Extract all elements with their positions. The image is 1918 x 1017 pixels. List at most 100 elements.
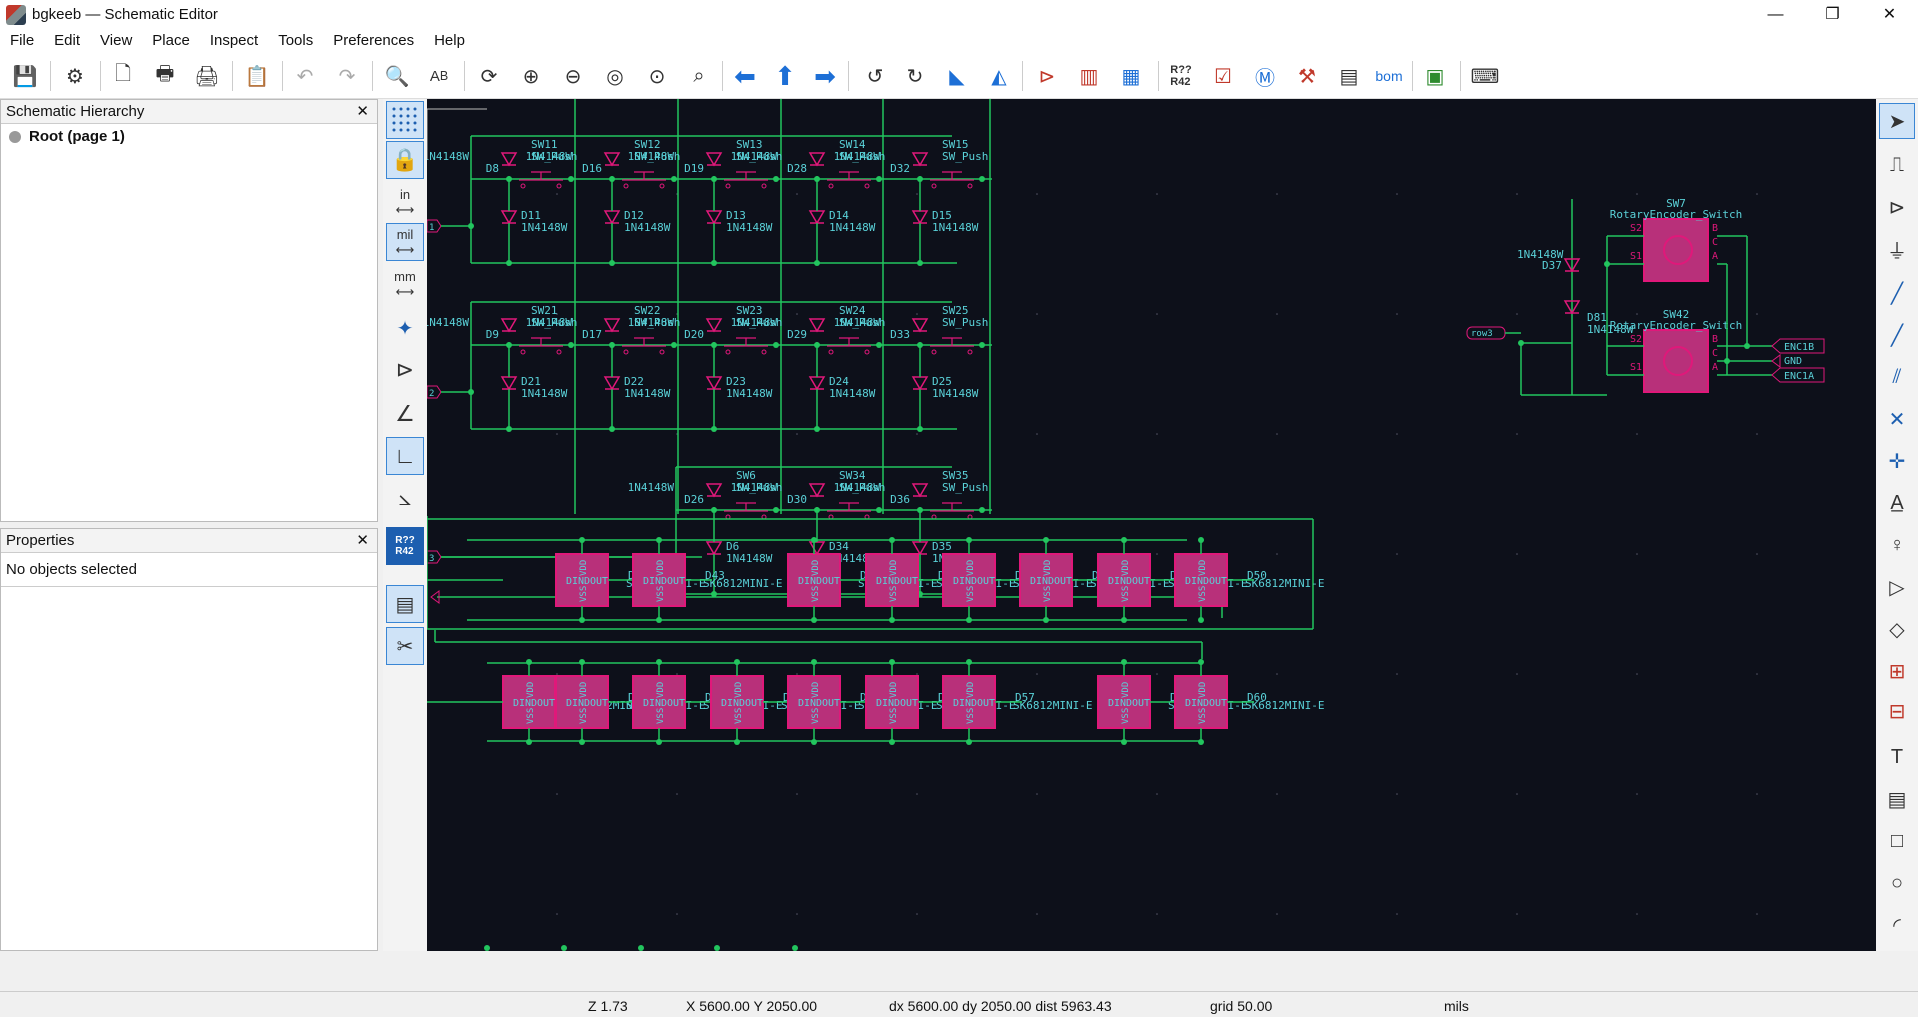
add-circle-icon[interactable]: ○ [1879, 865, 1915, 901]
junction-dot [876, 176, 882, 182]
pcb-editor-icon[interactable]: ▣ [1418, 59, 1452, 93]
add-symbol-icon[interactable]: ⊳ [1879, 189, 1915, 225]
led-vss-pin: VSS [1121, 586, 1131, 602]
highlight-net-icon[interactable]: ⎍ [1879, 147, 1915, 183]
undo-icon[interactable]: ↶ [288, 59, 322, 93]
navigate-forward-icon[interactable]: ➡ [808, 59, 842, 93]
menu-tools[interactable]: Tools [268, 29, 323, 53]
menu-inspect[interactable]: Inspect [200, 29, 268, 53]
diode-symbol [705, 152, 723, 167]
rotate-ccw-icon[interactable]: ↺ [858, 59, 892, 93]
schematic-text: 1N4148W [829, 221, 876, 234]
add-wire-icon[interactable]: ╱ [1879, 275, 1915, 311]
navigate-back-icon[interactable]: ⬅ [728, 59, 762, 93]
bus-entry-icon[interactable]: ⫽ [1879, 359, 1915, 395]
hierarchy-root-item[interactable]: Root (page 1) [1, 124, 377, 149]
add-junction-icon[interactable]: ✛ [1879, 443, 1915, 479]
junction-dot [979, 507, 985, 513]
find-replace-icon[interactable]: AB [422, 59, 456, 93]
zoom-out-icon[interactable]: ⊖ [556, 59, 590, 93]
schematic-text: DOUT [661, 576, 685, 587]
save-icon[interactable]: 💾 [8, 59, 42, 93]
maximize-button[interactable]: ❐ [1804, 0, 1861, 29]
units-mil-button[interactable]: mil ⟷ [386, 223, 424, 261]
schematic-text: DIN [1185, 576, 1203, 587]
navigate-up-icon[interactable]: ⬆ [768, 59, 802, 93]
add-arc-icon[interactable]: ◜ [1879, 907, 1915, 943]
page-settings-icon[interactable]: 🗋 [106, 59, 140, 93]
add-netclass-icon[interactable]: ♀ [1879, 527, 1915, 563]
minimize-button[interactable]: — [1747, 0, 1804, 29]
menu-view[interactable]: View [90, 29, 142, 53]
diode-symbol [500, 210, 518, 225]
close-icon[interactable]: ✕ [356, 102, 369, 120]
hidden-pins-icon[interactable]: ⊳ [386, 351, 424, 389]
junction-dot [979, 176, 985, 182]
menu-preferences[interactable]: Preferences [323, 29, 424, 53]
print-icon[interactable]: 🖶 [148, 59, 182, 93]
zoom-selection-icon[interactable]: ⌕ [682, 59, 716, 93]
add-text-icon[interactable]: T [1879, 739, 1915, 775]
bom-icon[interactable]: bom [1372, 59, 1406, 93]
menu-file[interactable]: File [0, 29, 44, 53]
plot-icon[interactable]: 🖨 [190, 59, 224, 93]
annotate-icon[interactable]: R?? R42 [1164, 59, 1198, 93]
rotate-cw-icon[interactable]: ↻ [898, 59, 932, 93]
add-rectangle-icon[interactable]: □ [1879, 823, 1915, 859]
add-label-icon[interactable]: A̲ [1879, 485, 1915, 521]
switch-contact [761, 183, 767, 189]
add-power-icon[interactable]: ⏚ [1879, 231, 1915, 267]
fields-table-icon[interactable]: ⚒ [1290, 59, 1324, 93]
close-button[interactable]: ✕ [1861, 0, 1918, 29]
led-vdd-pin: VDD [1121, 682, 1131, 698]
grid-lock-icon[interactable]: 🔒 [386, 141, 424, 179]
zoom-in-icon[interactable]: ⊕ [514, 59, 548, 93]
mirror-horizontal-icon[interactable]: ◭ [982, 59, 1016, 93]
led-vss-pin: VSS [1198, 586, 1208, 602]
symbol-fields-table-icon[interactable]: ▤ [1332, 59, 1366, 93]
schematic-text: C [1712, 348, 1718, 359]
grid-toggle-icon[interactable] [386, 101, 424, 139]
menu-edit[interactable]: Edit [44, 29, 90, 53]
footprint-assign-icon[interactable]: ▦ [1114, 59, 1148, 93]
find-icon[interactable]: 🔍 [380, 59, 414, 93]
line-mode-45-icon[interactable]: ⦣ [386, 479, 424, 517]
symbol-editor-icon[interactable]: ⊳ [1030, 59, 1064, 93]
paste-icon[interactable]: 📋 [240, 59, 274, 93]
add-textbox-icon[interactable]: ▤ [1879, 781, 1915, 817]
add-sheet-icon[interactable]: ⊞ [1879, 653, 1915, 689]
mirror-vertical-icon[interactable]: ◣ [940, 59, 974, 93]
refresh-icon[interactable]: ⟳ [472, 59, 506, 93]
hierarchy-navigator-icon[interactable]: ▤ [386, 585, 424, 623]
add-hier-label-icon[interactable]: ◇ [1879, 611, 1915, 647]
units-inch-button[interactable]: in ⟷ [386, 183, 424, 221]
zoom-fit-icon[interactable]: ◎ [598, 59, 632, 93]
close-icon[interactable]: ✕ [356, 531, 369, 549]
menu-place[interactable]: Place [142, 29, 200, 53]
redo-icon[interactable]: ↷ [330, 59, 364, 93]
junction-dot [917, 426, 923, 432]
properties-manager-icon[interactable]: ✂ [386, 627, 424, 665]
no-connect-icon[interactable]: ✕ [1879, 401, 1915, 437]
erc-icon[interactable]: ☑ [1206, 59, 1240, 93]
menu-help[interactable]: Help [424, 29, 475, 53]
symbol-library-browser-icon[interactable]: ▥ [1072, 59, 1106, 93]
schematic-drawing[interactable]: SW11SW_PushD81N4148WD111N4148WSW12SW_Pus… [427, 99, 1876, 951]
simulator-icon[interactable]: Ⓜ [1248, 59, 1282, 93]
add-global-label-icon[interactable]: ▷ [1879, 569, 1915, 605]
cursor-style-icon[interactable]: ✦ [386, 309, 424, 347]
status-delta: dx 5600.00 dy 2050.00 dist 5963.43 [889, 998, 1112, 1014]
line-mode-free-icon[interactable]: ∠ [386, 395, 424, 433]
zoom-objects-icon[interactable]: ⊙ [640, 59, 674, 93]
annotate-icon[interactable]: R?? R42 [386, 527, 424, 565]
select-arrow-icon[interactable]: ➤ [1879, 103, 1915, 139]
add-bus-icon[interactable]: ╱ [1879, 317, 1915, 353]
units-mm-button[interactable]: mm ⟷ [386, 265, 424, 303]
line-mode-90-icon[interactable]: ∟ [386, 437, 424, 475]
schematic-setup-icon[interactable]: ⚙ [58, 59, 92, 93]
scripting-console-icon[interactable]: ⌨ [1468, 59, 1502, 93]
switch-contact [725, 183, 731, 189]
schematic-canvas[interactable]: SW11 SW_Push D8 1N4148W D11 1N4148W SW12 SW_Pus… [427, 99, 1876, 951]
led-vss-pin: VSS [579, 586, 589, 602]
import-sheet-pin-icon[interactable]: ⊟ [1879, 693, 1915, 729]
